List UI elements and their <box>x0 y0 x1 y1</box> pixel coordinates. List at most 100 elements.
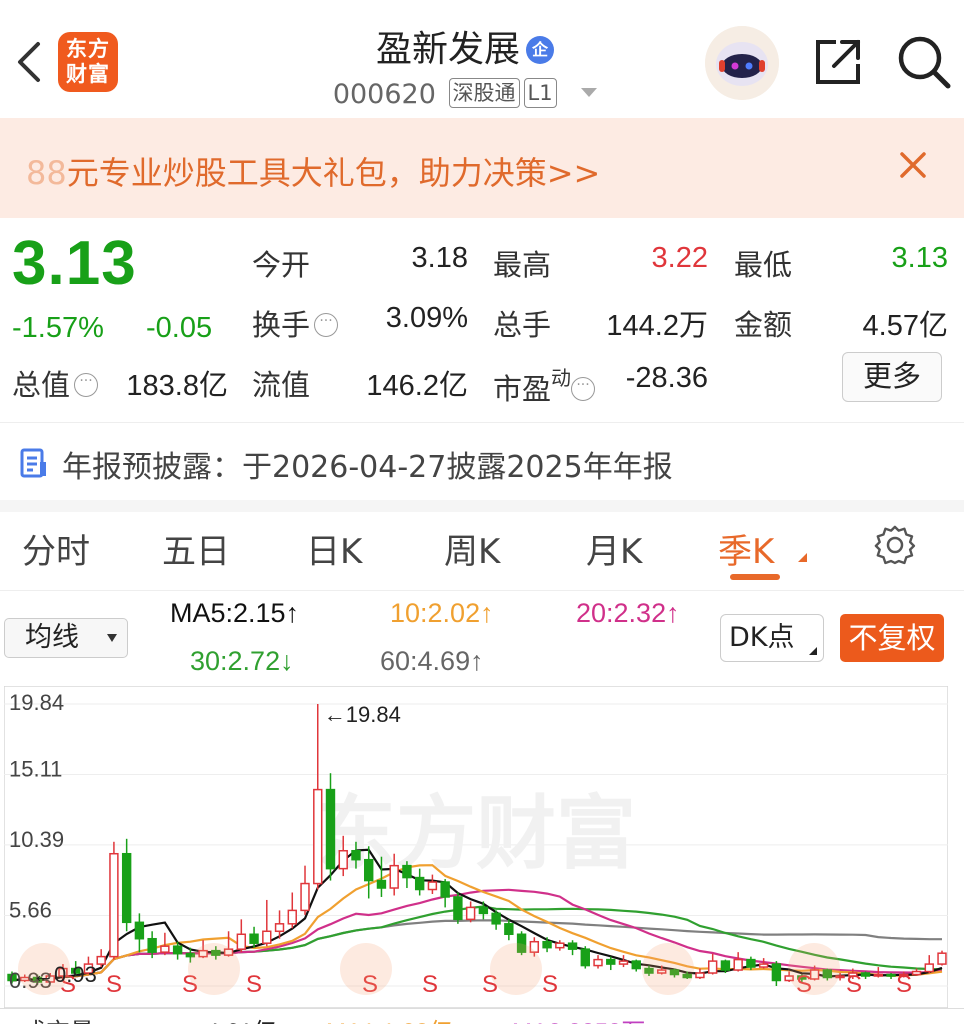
volume-value: 144.2万 <box>606 310 708 342</box>
change-percent: -1.57% <box>12 312 104 344</box>
promo-banner[interactable]: 88元专业炒股工具大礼包，助力决策>> <box>0 118 964 218</box>
stock-code-row[interactable]: 000620 深股通 L1 <box>250 78 680 110</box>
tab-dropdown-triangle-icon[interactable] <box>798 553 807 562</box>
candle-body <box>631 960 641 970</box>
promo-text: 88元专业炒股工具大礼包，助力决策>> <box>26 148 600 194</box>
candle-body <box>236 933 247 950</box>
info-dots-icon[interactable]: ··· <box>571 377 596 401</box>
report-icon <box>20 448 46 478</box>
volume-ma1: MA1:1.08亿↑ <box>326 1012 465 1024</box>
back-arrow-icon[interactable] <box>14 40 42 84</box>
low-value: 3.13 <box>891 242 948 274</box>
search-icon[interactable] <box>896 34 952 90</box>
float-value: 146.2亿 <box>366 370 468 402</box>
candle-body <box>567 942 578 950</box>
max-price-label: ←19.84 <box>324 702 401 727</box>
candle-body <box>720 960 731 971</box>
candlestick-chart[interactable]: 东方财富 19.8415.1110.395.660.93 SSSSSSSSSSS… <box>4 686 948 1008</box>
candle-body <box>325 788 336 870</box>
low-label: 最低 <box>734 248 793 282</box>
signal-marker: S <box>246 971 262 998</box>
ma5-value: MA5:2.15↑ <box>170 598 300 628</box>
volume-label: 总手 <box>493 308 552 342</box>
turnover-value: 3.09% <box>385 302 468 334</box>
tab-monthly-k[interactable]: 月K <box>586 524 642 573</box>
amount-label: 金额 <box>734 308 793 342</box>
ma60-value: 60:4.69↑ <box>380 646 484 676</box>
ai-robot-icon[interactable] <box>705 26 779 100</box>
candle-body <box>172 945 183 955</box>
close-icon[interactable] <box>896 148 930 182</box>
open-value: 3.18 <box>411 242 468 274</box>
candle-body <box>580 948 590 967</box>
candle-body <box>465 906 476 921</box>
divider <box>0 422 964 423</box>
tab-daily-k[interactable]: 日K <box>306 524 362 573</box>
volume-strip <box>0 1008 964 1024</box>
signal-marker: S <box>542 971 558 998</box>
info-dots-icon[interactable]: ··· <box>74 373 99 397</box>
header: 东方 财富 盈新发展企 000620 深股通 L1 <box>0 0 964 118</box>
turnover-label: 换手 ··· <box>252 302 339 344</box>
app-logo[interactable]: 东方 财富 <box>58 32 118 92</box>
candle-body <box>147 937 157 953</box>
candle-body <box>606 958 616 965</box>
volume-title: 成交量 <box>22 1012 94 1024</box>
watermark: 东方财富 <box>316 787 636 880</box>
high-value: 3.22 <box>651 242 708 274</box>
candle-body <box>758 963 769 968</box>
dk-point-label: DK点 <box>729 622 795 653</box>
tab-minute[interactable]: 分时 <box>22 524 90 573</box>
candle-body <box>389 864 399 889</box>
candle-body <box>504 923 514 936</box>
signal-marker: S <box>896 971 912 998</box>
min-price-label: ←0.93 <box>32 962 97 987</box>
ma20-value: 20:2.32↑ <box>576 598 680 628</box>
divider <box>0 500 964 512</box>
tab-quarterly-k[interactable]: 季K <box>718 524 774 573</box>
chevron-down-icon[interactable] <box>581 88 598 97</box>
stock-name: 盈新发展企 <box>250 20 680 72</box>
tab-weekly-k[interactable]: 周K <box>444 524 500 573</box>
signal-marker: S <box>422 971 438 998</box>
logo-line2: 财富 <box>66 62 110 86</box>
candle-body <box>771 963 782 982</box>
candle-body <box>96 955 106 965</box>
dk-point-button[interactable]: DK点 <box>720 614 824 662</box>
signal-marker: S <box>846 971 862 998</box>
y-tick-label: 5.66 <box>9 897 52 922</box>
candle-body <box>338 849 348 870</box>
open-label: 今开 <box>252 248 311 282</box>
mktcap-value: 183.8亿 <box>126 370 228 402</box>
candle-body <box>274 923 285 933</box>
share-icon[interactable] <box>812 36 864 88</box>
candle-body <box>300 882 310 912</box>
current-price: 3.13 <box>12 229 137 298</box>
no-adjust-button[interactable]: 不复权 <box>840 614 944 662</box>
annual-report-notice[interactable]: 年报预披露：于2026-04-27披露2025年年报 <box>62 442 673 486</box>
dropdown-corner-icon <box>809 647 817 655</box>
pe-value: -28.36 <box>625 362 708 394</box>
info-dots-icon[interactable]: ··· <box>314 313 339 337</box>
candle-body <box>695 972 705 979</box>
indicator-select[interactable]: 均线 <box>4 618 128 658</box>
candle-body <box>453 896 463 921</box>
candle-body <box>873 973 884 977</box>
amount-value: 4.57亿 <box>862 310 948 342</box>
candle-body <box>911 970 922 976</box>
divider <box>0 590 964 591</box>
candle-body <box>886 973 896 977</box>
connect-tag: 深股通 <box>448 78 520 108</box>
active-tab-underline <box>730 574 780 580</box>
stock-name-text: 盈新发展 <box>375 29 520 70</box>
event-marker <box>788 943 840 995</box>
gear-icon[interactable] <box>874 524 916 566</box>
more-button[interactable]: 更多 <box>842 352 942 402</box>
candle-body <box>414 876 425 891</box>
mktcap-label: 总值 ··· <box>12 362 99 404</box>
tab-five-day[interactable]: 五日 <box>162 524 230 573</box>
candle-body <box>364 858 374 882</box>
candle-body <box>351 849 361 861</box>
candle-body <box>733 958 743 971</box>
mktcap-label-text: 总值 <box>12 368 71 402</box>
